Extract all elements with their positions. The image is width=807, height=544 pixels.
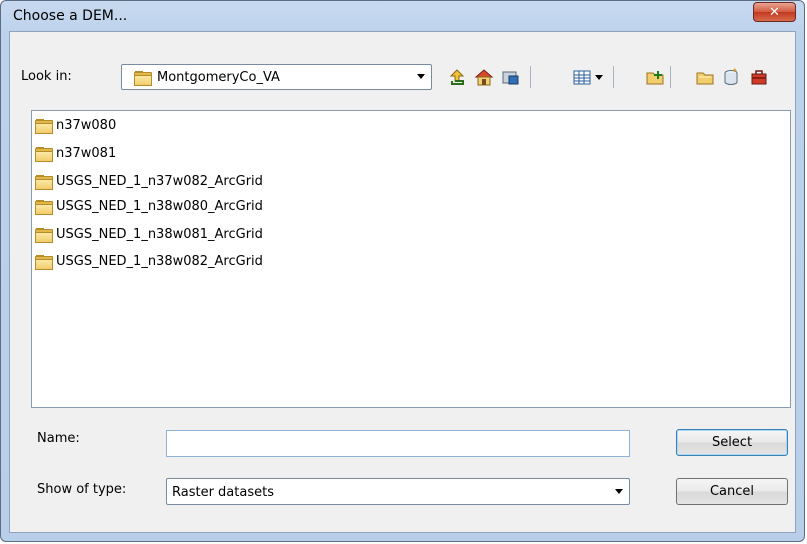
toolbox-icon[interactable] [748,66,770,88]
folder-icon [35,255,53,270]
file-name: USGS_NED_1_n38w080_ArcGrid [56,199,263,214]
file-list[interactable]: n37w080 n37w081 USGS_NED_1_n37w082_ArcGr… [31,110,791,408]
folder-icon [35,147,53,162]
name-input[interactable] [166,430,630,457]
look-in-value: MontgomeryCo_VA [157,70,280,85]
toolbar-separator [530,66,531,88]
look-in-dropdown[interactable]: MontgomeryCo_VA [121,64,432,90]
folder-icon [35,200,53,215]
up-one-level-icon[interactable] [446,66,468,88]
file-name: n37w081 [56,146,117,161]
list-item[interactable]: n37w081 [35,144,116,163]
folder-icon [35,228,53,243]
file-name: n37w080 [56,118,117,133]
type-dropdown[interactable]: Raster datasets [166,478,630,505]
toolbar-separator [613,66,614,88]
view-dropdown-chevron-icon[interactable] [592,66,606,88]
name-label: Name: [37,431,80,446]
look-in-label: Look in: [21,69,72,84]
cancel-button[interactable]: Cancel [676,478,788,505]
title-bar[interactable]: Choose a DEM... ✕ [1,1,804,31]
chevron-down-icon[interactable] [417,74,425,79]
new-geodatabase-icon[interactable] [720,66,742,88]
dialog-title: Choose a DEM... [13,8,128,24]
chevron-down-icon[interactable] [615,489,623,494]
list-item[interactable]: USGS_NED_1_n38w081_ArcGrid [35,225,263,244]
file-name: USGS_NED_1_n38w082_ArcGrid [56,254,263,269]
list-item[interactable]: USGS_NED_1_n37w082_ArcGrid [35,172,263,191]
file-name: USGS_NED_1_n38w081_ArcGrid [56,227,263,242]
connect-folder-icon[interactable] [644,66,666,88]
new-folder-icon[interactable] [694,66,716,88]
file-name: USGS_NED_1_n37w082_ArcGrid [56,174,263,189]
type-value: Raster datasets [172,485,274,500]
select-button[interactable]: Select [676,429,788,456]
view-menu-icon[interactable] [571,66,593,88]
folder-icon [35,175,53,190]
list-item[interactable]: USGS_NED_1_n38w080_ArcGrid [35,197,263,216]
folder-icon [35,119,53,134]
list-item[interactable]: n37w080 [35,116,116,135]
network-folder-icon[interactable] [500,66,522,88]
close-button[interactable]: ✕ [753,2,796,22]
folder-icon [134,71,152,86]
close-icon: ✕ [769,4,780,20]
home-icon[interactable] [473,66,495,88]
toolbar-separator [670,66,671,88]
show-of-type-label: Show of type: [37,482,127,497]
list-item[interactable]: USGS_NED_1_n38w082_ArcGrid [35,252,263,271]
